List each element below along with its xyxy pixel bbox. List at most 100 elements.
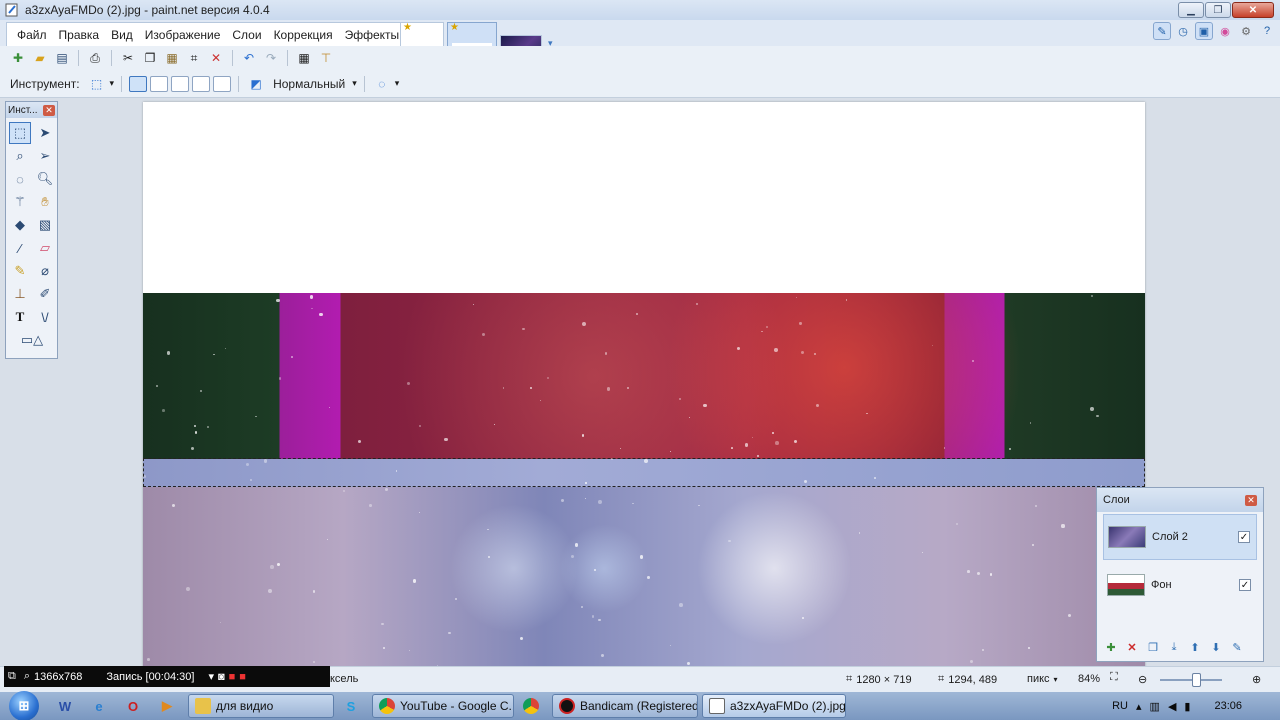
colors-icon[interactable]: ◉ [1216, 22, 1234, 40]
selection-mode-union-button[interactable] [150, 75, 169, 92]
taskbar-task[interactable]: a3zxAyaFMDo (2).jpg... [702, 694, 846, 718]
bandicam-stop-icon[interactable]: ■ [239, 671, 246, 683]
pencil-icon[interactable]: ✎ [9, 260, 31, 282]
recolor-icon[interactable]: ✐ [34, 283, 56, 305]
taskbar-task[interactable]: YouTube - Google C... [372, 694, 514, 718]
layer-item[interactable]: Фон ✓ [1103, 562, 1257, 608]
cut-icon[interactable]: ✂ [118, 49, 138, 67]
grid-icon[interactable]: ▦ [294, 49, 314, 67]
move-selected-icon[interactable]: ➢ [34, 145, 56, 167]
close-icon[interactable]: ✕ [1245, 494, 1257, 506]
deselect-icon[interactable]: ✕ [206, 49, 226, 67]
zoom-value[interactable]: 84% [1078, 673, 1100, 685]
bandicam-window-icon[interactable]: ⧉ [8, 670, 16, 683]
bandicam-menu-icon[interactable]: ▾ [208, 670, 214, 683]
menu-file[interactable]: Файл [11, 28, 53, 42]
selection-mode-exclude-button[interactable] [171, 75, 190, 92]
open-file-icon[interactable]: ▰ [30, 49, 50, 67]
paintbrush-icon[interactable]: ∕ [9, 237, 31, 259]
selection-mode-xor-button[interactable] [192, 75, 211, 92]
undo-icon[interactable]: ↶ [239, 49, 259, 67]
internet-explorer-icon[interactable]: e [82, 693, 116, 719]
layer-visibility-checkbox[interactable]: ✓ [1239, 579, 1251, 591]
menu-image[interactable]: Изображение [139, 28, 227, 42]
move-layer-down-icon[interactable]: ⬇ [1208, 639, 1224, 655]
layer-visibility-checkbox[interactable]: ✓ [1238, 531, 1250, 543]
zoom-out-icon[interactable]: ⊖ [1138, 673, 1147, 686]
menu-layers[interactable]: Слои [226, 28, 267, 42]
media-player-icon[interactable]: ▶ [150, 693, 184, 719]
antialiasing-chevron-icon[interactable]: ▾ [395, 78, 400, 89]
redo-icon[interactable]: ↷ [261, 49, 281, 67]
bandicam-screenshot-icon[interactable]: ◙ [218, 671, 225, 683]
skype-icon[interactable]: S [334, 693, 368, 719]
save-icon[interactable]: ▤ [52, 49, 72, 67]
gradient-icon[interactable]: ▧ [34, 214, 56, 236]
tools-window-toggle-icon[interactable]: ✎ [1153, 22, 1171, 40]
blend-mode-chevron-icon[interactable]: ▾ [352, 78, 357, 89]
crop-icon[interactable]: ⌗ [184, 49, 204, 67]
lasso-select-icon[interactable]: ⌕ [9, 145, 31, 167]
paint-bucket-icon[interactable]: ◆ [9, 214, 31, 236]
layer-item[interactable]: Слой 2 ✓ [1103, 514, 1257, 560]
menu-effects[interactable]: Эффекты [339, 28, 406, 42]
blend-mode-dropdown[interactable]: Нормальный [273, 77, 345, 91]
duplicate-layer-icon[interactable]: ❐ [1145, 639, 1161, 655]
start-button[interactable]: ⊞ [0, 691, 48, 720]
move-layer-up-icon[interactable]: ⬆ [1187, 639, 1203, 655]
menu-edit[interactable]: Правка [53, 28, 106, 42]
taskbar-task[interactable]: Bandicam (Registered) [552, 694, 698, 718]
ruler-icon[interactable]: ⊤ [316, 49, 336, 67]
tool-dropdown-chevron-icon[interactable]: ▾ [110, 78, 115, 89]
line-curve-icon[interactable]: \/ [34, 306, 56, 328]
copy-icon[interactable]: ❐ [140, 49, 160, 67]
language-indicator[interactable]: RU [1112, 700, 1128, 712]
zoom-icon[interactable]: 🔍︎ [34, 168, 56, 190]
layers-window-header[interactable]: Слои ✕ [1097, 488, 1263, 512]
merge-layer-down-icon[interactable]: ⤓ [1166, 639, 1182, 655]
color-picker-icon[interactable]: ⌀ [34, 260, 56, 282]
print-icon[interactable]: ⎙ [85, 49, 105, 67]
minimize-button[interactable]: ▁ [1178, 2, 1204, 18]
bandicam-pause-icon[interactable]: ■ [229, 671, 236, 683]
chrome-pinned-icon[interactable] [514, 693, 548, 719]
settings-icon[interactable]: ⚙ [1237, 22, 1255, 40]
close-button[interactable]: ✕ [1232, 2, 1274, 18]
layer-properties-icon[interactable]: ✎ [1229, 639, 1245, 655]
word-icon[interactable]: W [48, 693, 82, 719]
layers-window-toggle-icon[interactable]: ▣ [1195, 22, 1213, 40]
tools-window-header[interactable]: Инст... ✕ [6, 102, 57, 118]
clone-stamp-icon[interactable]: ⊥ [9, 283, 31, 305]
delete-layer-icon[interactable]: ✕ [1124, 639, 1140, 655]
antialiasing-icon[interactable]: ◌ [372, 75, 392, 93]
rectangle-select-icon[interactable]: ⬚ [9, 122, 31, 144]
pan-icon[interactable]: ✋︎ [34, 191, 56, 213]
units-dropdown[interactable]: пикс ▾ [1027, 673, 1058, 685]
selection-mode-intersect-button[interactable] [213, 75, 232, 92]
workspace[interactable] [0, 98, 1280, 666]
move-selection-icon[interactable]: ➤ [34, 122, 56, 144]
ellipse-select-icon[interactable]: ◌ [9, 168, 31, 190]
help-icon[interactable]: ? [1258, 22, 1276, 40]
network-icon[interactable]: ▥ [1150, 700, 1160, 713]
opera-icon[interactable]: O [116, 693, 150, 719]
paste-icon[interactable]: ▦ [162, 49, 182, 67]
taskbar-task[interactable]: для видио [188, 694, 334, 718]
menu-view[interactable]: Вид [105, 28, 139, 42]
tray-expand-icon[interactable]: ▴ [1136, 700, 1142, 713]
menu-adjustments[interactable]: Коррекция [268, 28, 339, 42]
text-icon[interactable]: T [9, 306, 31, 328]
shapes-icon[interactable]: ▭△ [9, 329, 55, 351]
volume-icon[interactable]: ◀ [1168, 700, 1176, 713]
add-layer-icon[interactable]: ✚ [1103, 639, 1119, 655]
magic-wand-icon[interactable]: ⚚ [9, 191, 31, 213]
zoom-in-icon[interactable]: ⊕ [1252, 673, 1261, 686]
history-icon[interactable]: ◷ [1174, 22, 1192, 40]
new-file-icon[interactable]: ✚ [8, 49, 28, 67]
zoom-slider-thumb[interactable] [1191, 673, 1201, 687]
close-icon[interactable]: ✕ [43, 104, 55, 116]
selection-mode-replace-button[interactable] [129, 75, 148, 92]
image-canvas[interactable] [143, 102, 1145, 666]
clock[interactable]: 23:06 [1214, 700, 1242, 712]
current-tool-rectangle-select-icon[interactable]: ⬚ [87, 75, 107, 93]
